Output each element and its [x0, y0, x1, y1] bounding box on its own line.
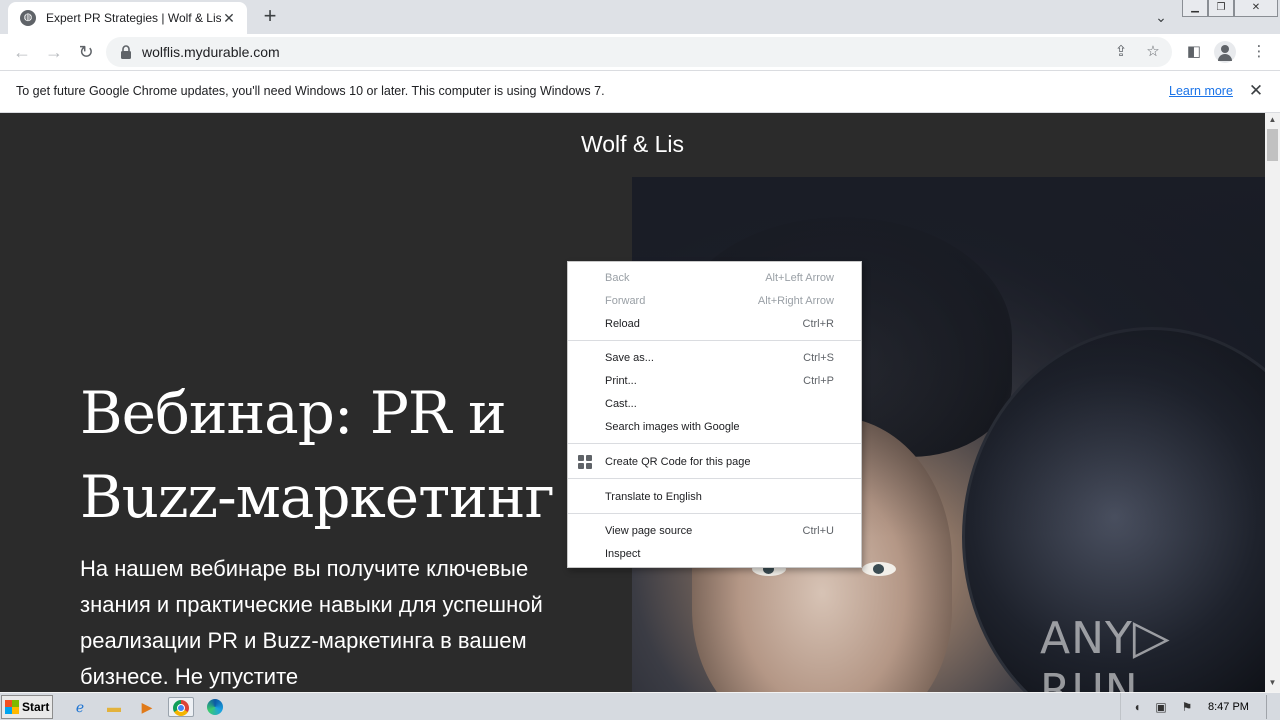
- globe-icon: ◍: [20, 10, 36, 26]
- scroll-up-icon[interactable]: ▲: [1265, 115, 1280, 127]
- media-player-icon[interactable]: ▶: [136, 697, 158, 717]
- ctx-save-as[interactable]: Save as... Ctrl+S: [568, 347, 861, 369]
- learn-more-link[interactable]: Learn more: [1169, 84, 1233, 98]
- ctx-forward[interactable]: Forward Alt+Right Arrow: [568, 290, 861, 312]
- ctx-translate-label: Translate to English: [605, 491, 702, 503]
- ctx-create-qr-code[interactable]: Create QR Code for this page: [568, 451, 861, 473]
- update-infobar: To get future Google Chrome updates, you…: [0, 71, 1280, 113]
- qr-code-icon: [578, 455, 593, 470]
- tab-title: Expert PR Strategies | Wolf & Lis: [46, 11, 221, 25]
- browser-toolbar: ← → ↻ wolflis.mydurable.com ⇪ ☆ ◧ ⋮: [0, 34, 1280, 71]
- taskbar: Start ℯ ▬ ▶ ◖ ▣ ⚑ 8:47 PM: [0, 692, 1280, 720]
- ctx-view-source[interactable]: View page source Ctrl+U: [568, 520, 861, 542]
- restore-button[interactable]: ❐: [1208, 0, 1234, 17]
- ctx-inspect[interactable]: Inspect: [568, 543, 861, 565]
- ctx-separator: [568, 443, 861, 444]
- infobar-close-icon[interactable]: ✕: [1247, 81, 1265, 101]
- show-desktop-button[interactable]: [1266, 695, 1278, 719]
- ctx-back[interactable]: Back Alt+Left Arrow: [568, 267, 861, 289]
- folder-icon[interactable]: ▬: [103, 697, 125, 717]
- ctx-back-shortcut: Alt+Left Arrow: [765, 272, 834, 284]
- anyrun-watermark: ANY▷RUN: [1040, 609, 1265, 692]
- ctx-reload-label: Reload: [605, 318, 640, 330]
- ctx-cast-label: Cast...: [605, 398, 637, 410]
- ctx-view-source-shortcut: Ctrl+U: [802, 525, 834, 537]
- ctx-print[interactable]: Print... Ctrl+P: [568, 370, 861, 392]
- ctx-back-label: Back: [605, 272, 630, 284]
- share-icon[interactable]: ⇪: [1112, 43, 1130, 61]
- ctx-forward-label: Forward: [605, 295, 646, 307]
- page-scrollbar[interactable]: ▲ ▼: [1265, 113, 1280, 692]
- taskbar-clock[interactable]: 8:47 PM: [1208, 701, 1249, 713]
- site-title[interactable]: Wolf & Lis: [0, 131, 1265, 158]
- ctx-cast[interactable]: Cast...: [568, 393, 861, 415]
- forward-arrow-icon[interactable]: →: [42, 40, 66, 64]
- network-icon[interactable]: ▣: [1153, 699, 1169, 715]
- bookmark-star-icon[interactable]: ☆: [1144, 43, 1162, 61]
- play-triangle-icon: ▷: [1132, 609, 1171, 665]
- scroll-down-icon[interactable]: ▼: [1265, 678, 1280, 690]
- reload-icon[interactable]: ↻: [74, 40, 98, 64]
- scroll-thumb[interactable]: [1267, 129, 1278, 161]
- watermark-right: RUN: [1040, 665, 1139, 692]
- ctx-reload-shortcut: Ctrl+R: [802, 318, 834, 330]
- browser-tab[interactable]: ◍ Expert PR Strategies | Wolf & Lis ✕: [8, 2, 247, 34]
- ctx-separator: [568, 513, 861, 514]
- ctx-separator: [568, 340, 861, 341]
- ctx-print-shortcut: Ctrl+P: [803, 375, 834, 387]
- watermark-left: ANY: [1040, 613, 1133, 664]
- ctx-search-images[interactable]: Search images with Google: [568, 416, 861, 438]
- ctx-translate[interactable]: Translate to English: [568, 486, 861, 508]
- ctx-separator: [568, 478, 861, 479]
- lock-icon[interactable]: [118, 44, 134, 60]
- ctx-view-source-label: View page source: [605, 525, 693, 537]
- url-text[interactable]: wolflis.mydurable.com: [142, 44, 280, 60]
- ctx-print-label: Print...: [605, 375, 637, 387]
- ctx-create-qr-label: Create QR Code for this page: [605, 456, 751, 468]
- hero-heading: Вебинар: PR и Buzz-маркетинг: [80, 379, 555, 531]
- new-tab-button[interactable]: +: [258, 4, 282, 28]
- tab-close-icon[interactable]: ✕: [221, 10, 237, 27]
- menu-kebab-icon[interactable]: ⋮: [1248, 41, 1270, 63]
- volume-icon[interactable]: ◖: [1129, 699, 1145, 715]
- hero-body-text: На нашем вебинаре вы получите ключевые з…: [80, 556, 543, 689]
- minimize-button[interactable]: ▁: [1182, 0, 1208, 17]
- back-arrow-icon[interactable]: ←: [10, 40, 34, 64]
- ctx-forward-shortcut: Alt+Right Arrow: [757, 295, 834, 307]
- start-label: Start: [22, 700, 50, 714]
- edge-icon[interactable]: [204, 697, 226, 717]
- action-center-flag-icon[interactable]: ⚑: [1179, 699, 1195, 715]
- context-menu: Back Alt+Left Arrow Forward Alt+Right Ar…: [567, 261, 862, 568]
- windows-logo-icon: [5, 700, 19, 714]
- system-tray: ◖ ▣ ⚑: [1120, 693, 1280, 720]
- tab-strip: ◍ Expert PR Strategies | Wolf & Lis ✕ + …: [0, 0, 1280, 34]
- ctx-search-images-label: Search images with Google: [605, 421, 740, 433]
- ctx-reload[interactable]: Reload Ctrl+R: [568, 313, 861, 335]
- ctx-save-as-label: Save as...: [605, 352, 654, 364]
- window-controls: ▁ ❐ ✕: [1182, 0, 1278, 18]
- chrome-icon[interactable]: [168, 697, 194, 717]
- tab-search-chevron-icon[interactable]: ⌄: [1150, 6, 1172, 28]
- internet-explorer-icon[interactable]: ℯ: [69, 697, 91, 717]
- close-window-button[interactable]: ✕: [1234, 0, 1278, 17]
- side-panel-icon[interactable]: ◧: [1183, 41, 1205, 63]
- ctx-save-as-shortcut: Ctrl+S: [803, 352, 834, 364]
- start-button[interactable]: Start: [1, 695, 53, 719]
- ctx-inspect-label: Inspect: [605, 548, 641, 560]
- address-bar[interactable]: wolflis.mydurable.com ⇪ ☆: [106, 37, 1172, 67]
- infobar-message: To get future Google Chrome updates, you…: [16, 84, 605, 98]
- profile-avatar-icon[interactable]: [1214, 41, 1236, 63]
